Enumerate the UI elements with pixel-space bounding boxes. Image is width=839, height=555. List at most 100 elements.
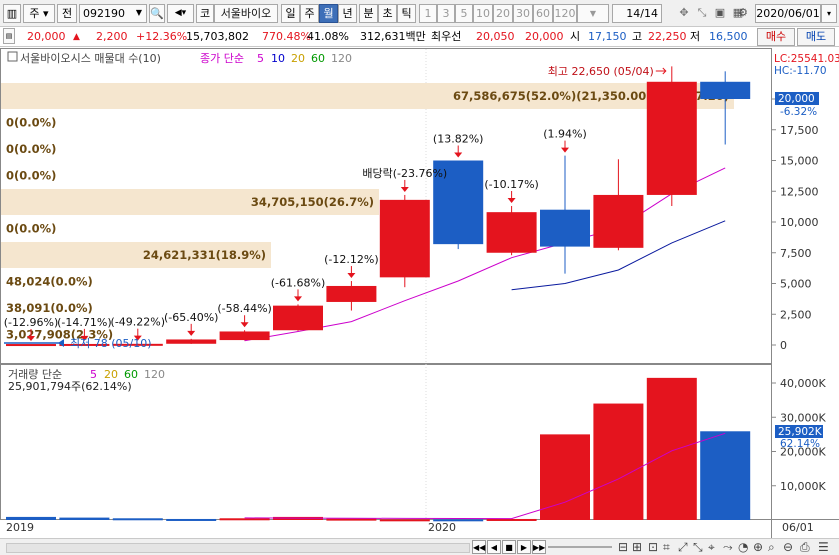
price-axis: 17,500 15,000 12,500 10,000 7,500 5,000 2,500 0: [771, 98, 819, 352]
interval-60[interactable]: 60: [533, 4, 553, 23]
period-day[interactable]: 일: [281, 4, 300, 23]
buy-button[interactable]: 매수: [757, 28, 795, 46]
candle-annotation: (-10.17%): [484, 178, 539, 191]
chart-area[interactable]: 67,586,675(52.0%)(21,350.00 - 19,227.20)…: [0, 48, 839, 538]
sell-button[interactable]: 매도: [797, 28, 835, 46]
fit-icon[interactable]: ⊡: [648, 541, 658, 553]
more-icon[interactable]: ☰: [818, 541, 829, 553]
price-tick-label: 7,500: [780, 247, 812, 260]
tool-g-icon[interactable]: ⊕: [753, 541, 763, 553]
x-label-2019: 2019: [6, 521, 34, 534]
price-tick-label: 15,000: [780, 155, 819, 168]
settings-icon[interactable]: ⚙: [735, 4, 751, 23]
sound-icon[interactable]: ◀▾: [167, 4, 194, 23]
page-counter[interactable]: 14/14: [612, 4, 662, 23]
period-month[interactable]: 월: [319, 4, 338, 23]
candle-body: [6, 344, 56, 347]
period-minute[interactable]: 분: [359, 4, 378, 23]
ma-120: 120: [331, 52, 352, 65]
zoom-out-icon[interactable]: ⊟: [618, 541, 628, 553]
scroll-last-icon[interactable]: ▶▶: [532, 540, 546, 554]
interval-20[interactable]: 20: [493, 4, 513, 23]
scroll-prev-icon[interactable]: ◀: [487, 540, 501, 554]
tool-f-icon[interactable]: ◔: [738, 541, 748, 553]
candle-annotation: (-14.71%): [57, 316, 112, 329]
ma-10: 10: [271, 52, 285, 65]
chart-svg[interactable]: 67,586,675(52.0%)(21,350.00 - 19,227.20)…: [0, 48, 839, 538]
toolbar: ▥ 주 ▾ 전 092190 ▼ 🔍 ◀▾ 코 서울바이오 일 주 월 년 분 …: [0, 0, 839, 27]
ma-20: 20: [291, 52, 305, 65]
candle-annotation: (-12.96%): [4, 316, 59, 329]
interval-1[interactable]: 1: [419, 4, 437, 23]
interval-3[interactable]: 3: [437, 4, 455, 23]
interval-10[interactable]: 10: [473, 4, 493, 23]
current-volume-tag-text: 25,902K: [778, 426, 823, 438]
code-badge[interactable]: 코: [196, 4, 214, 23]
trade-amount: 312,631백만: [360, 30, 426, 43]
quote-bar: ▤ 20,000 ▲ 2,200 +12.36% 15,703,802 770.…: [0, 27, 839, 47]
date-input[interactable]: 2020/06/01: [755, 4, 821, 23]
calendar-dropdown-icon[interactable]: ▾: [821, 4, 837, 23]
scroll-next-icon[interactable]: ▶: [517, 540, 531, 554]
chart-type-icon[interactable]: ▥: [3, 4, 21, 23]
volume-bar: [379, 519, 430, 522]
volume-bar: [112, 518, 163, 521]
drawing-icon[interactable]: ⤡: [694, 4, 710, 23]
scroll-first-icon[interactable]: ◀◀: [472, 540, 486, 554]
current-price-tag-text: 20,000: [778, 93, 815, 105]
zoom-slider[interactable]: [548, 546, 612, 548]
tool-b-icon[interactable]: ⤢: [678, 541, 688, 553]
price-tick-label: 2,500: [780, 308, 812, 321]
quote-toggle[interactable]: ▤: [3, 28, 15, 44]
low-label: 저: [690, 30, 701, 43]
period-second[interactable]: 초: [378, 4, 397, 23]
volume-bar: [593, 403, 644, 520]
prev-button[interactable]: 전: [57, 4, 77, 23]
stock-name[interactable]: 서울바이오: [214, 4, 278, 23]
min-annotation: 최저 78 (05/10): [70, 337, 152, 350]
ma-60: 60: [311, 52, 325, 65]
period-year[interactable]: 년: [338, 4, 357, 23]
tool-i-icon[interactable]: ⊖: [783, 541, 793, 553]
price-change: 2,200: [96, 30, 128, 43]
ma-5: 5: [257, 52, 264, 65]
max-annotation: 최고 22,650 (05/04): [548, 65, 654, 78]
zoom-in-icon[interactable]: ⊞: [632, 541, 642, 553]
volume-tick-label: 30,000K: [780, 411, 826, 424]
volume-bar: [166, 518, 217, 521]
stop-icon[interactable]: ■: [502, 540, 516, 554]
open-price: 17,150: [588, 30, 627, 43]
search-icon[interactable]: 🔍: [149, 4, 165, 23]
tool-c-icon[interactable]: ⤡: [693, 541, 703, 553]
lc-label: LC:25541.03: [774, 53, 839, 65]
volume-bar: [326, 518, 377, 521]
print-icon[interactable]: ⎙: [800, 541, 810, 553]
save-icon[interactable]: ▣: [712, 4, 728, 23]
tool-d-icon[interactable]: ⌖: [708, 541, 715, 553]
current-pct-tag: -6.32%: [780, 106, 817, 118]
interval-dropdown[interactable]: ▼: [577, 4, 609, 23]
candle-annotation: (1.94%): [543, 128, 587, 141]
candle-annotation: (-49.22%): [111, 316, 166, 329]
price-change-pct: +12.36%: [136, 30, 188, 43]
volume-profile-label: 0(0.0%): [6, 169, 56, 183]
current-volume-tag: 25,902K 62.14%: [775, 425, 823, 450]
market-label: 주: [29, 7, 40, 20]
crosshair-icon[interactable]: ✥: [676, 4, 692, 23]
market-selector[interactable]: 주 ▾: [23, 4, 55, 23]
interval-120[interactable]: 120: [553, 4, 577, 23]
tool-h-icon[interactable]: ⌕: [768, 541, 775, 553]
volume-bar: [59, 517, 110, 520]
interval-5[interactable]: 5: [455, 4, 473, 23]
candle-body: [273, 305, 323, 331]
tool-a-icon[interactable]: ⌗: [663, 541, 670, 553]
code-dropdown-icon[interactable]: ▼: [132, 4, 146, 23]
price-tick-label: 5,000: [780, 278, 812, 291]
candle-annotation: (13.82%): [433, 133, 484, 146]
tool-e-icon[interactable]: ⤳: [723, 541, 733, 553]
scroll-track[interactable]: [6, 543, 470, 553]
interval-30[interactable]: 30: [513, 4, 533, 23]
period-tick[interactable]: 틱: [397, 4, 416, 23]
period-week[interactable]: 주: [300, 4, 319, 23]
arrow-up-icon: ▲: [73, 32, 80, 42]
